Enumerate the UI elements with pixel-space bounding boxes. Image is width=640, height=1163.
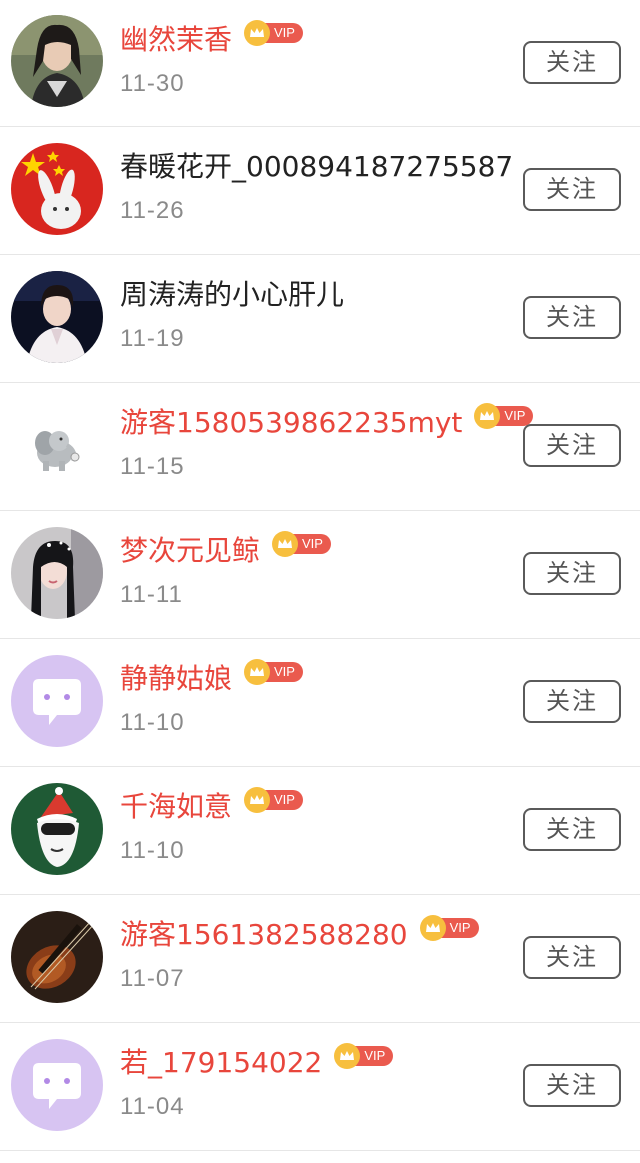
- avatar[interactable]: [11, 655, 103, 747]
- avatar[interactable]: [11, 783, 103, 875]
- follow-date: 11-10: [120, 709, 185, 736]
- avatar[interactable]: [11, 399, 103, 491]
- crown-icon: [244, 787, 271, 813]
- follow-button[interactable]: 关注: [523, 41, 621, 84]
- avatar[interactable]: [11, 143, 103, 235]
- vip-badge: VIP: [272, 531, 331, 557]
- user-name[interactable]: 若_179154022: [120, 1041, 322, 1081]
- follow-date: 11-11: [120, 581, 183, 608]
- follow-date: 11-07: [120, 965, 185, 992]
- follow-date: 11-04: [120, 1093, 185, 1120]
- follow-button[interactable]: 关注: [523, 168, 621, 211]
- avatar[interactable]: [11, 1039, 103, 1131]
- vip-badge: VIP: [244, 20, 303, 46]
- list-item[interactable]: 幽然茉香 VIP 11-30 关注: [0, 0, 640, 127]
- list-item[interactable]: 游客1580539862235myt VIP 11-15 关注: [0, 383, 640, 511]
- list-item[interactable]: 千海如意 VIP 11-10 关注: [0, 767, 640, 895]
- crown-icon: [244, 659, 271, 685]
- user-name[interactable]: 幽然茉香: [120, 18, 232, 58]
- vip-badge: VIP: [419, 915, 479, 941]
- list-item[interactable]: 静静姑娘 VIP 11-10 关注: [0, 639, 640, 767]
- crown-icon: [244, 20, 271, 46]
- follow-date: 11-15: [120, 453, 185, 480]
- avatar[interactable]: [11, 15, 103, 107]
- vip-badge: VIP: [474, 403, 534, 429]
- user-name[interactable]: 静静姑娘: [120, 657, 232, 697]
- follow-date: 11-26: [120, 197, 185, 224]
- user-name[interactable]: 千海如意: [120, 785, 232, 825]
- user-name[interactable]: 周涛涛的小心肝儿: [120, 273, 344, 313]
- vip-badge: VIP: [244, 787, 303, 813]
- follow-date: 11-10: [120, 837, 185, 864]
- follow-date: 11-30: [120, 70, 185, 97]
- list-item[interactable]: 若_179154022 VIP 11-04 关注: [0, 1023, 640, 1151]
- avatar[interactable]: [11, 271, 103, 363]
- follow-button[interactable]: 关注: [523, 552, 621, 595]
- follow-button[interactable]: 关注: [523, 936, 621, 979]
- list-item[interactable]: 梦次元见鲸 VIP 11-11 关注: [0, 511, 640, 639]
- follow-button[interactable]: 关注: [523, 808, 621, 851]
- user-name[interactable]: 春暖花开_000894187275587: [120, 145, 513, 185]
- user-name[interactable]: 游客1561382588280: [120, 913, 408, 953]
- user-name[interactable]: 游客1580539862235myt: [120, 401, 462, 441]
- follow-button[interactable]: 关注: [523, 424, 621, 467]
- list-item[interactable]: 游客1561382588280 VIP 11-07 关注: [0, 895, 640, 1023]
- list-item[interactable]: 周涛涛的小心肝儿 11-19 关注: [0, 255, 640, 383]
- avatar[interactable]: [11, 911, 103, 1003]
- user-name[interactable]: 梦次元见鲸: [120, 529, 260, 569]
- avatar[interactable]: [11, 527, 103, 619]
- list-item[interactable]: 春暖花开_000894187275587 11-26 关注: [0, 127, 640, 255]
- follow-button[interactable]: 关注: [523, 296, 621, 339]
- vip-badge: VIP: [244, 659, 303, 685]
- vip-badge: VIP: [334, 1043, 394, 1069]
- follow-date: 11-19: [120, 325, 185, 352]
- follower-list: 幽然茉香 VIP 11-30 关注 春暖花开_000894187275587 1…: [0, 0, 640, 1151]
- crown-icon: [272, 531, 299, 557]
- crown-icon: [419, 915, 446, 941]
- follow-button[interactable]: 关注: [523, 680, 621, 723]
- follow-button[interactable]: 关注: [523, 1064, 621, 1107]
